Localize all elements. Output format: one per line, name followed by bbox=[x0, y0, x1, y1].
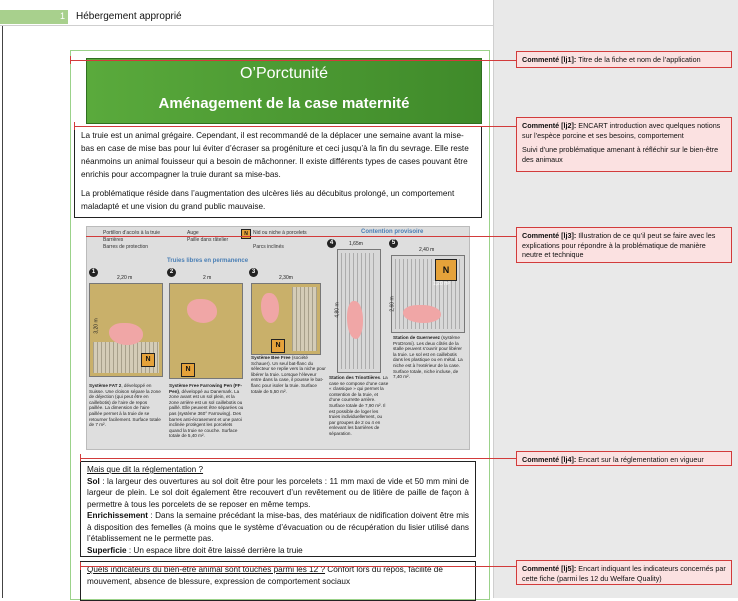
title-banner[interactable]: O’Porctunité Aménagement de la case mate… bbox=[86, 58, 482, 124]
caption-pen-4: Station des Trinottières. La case se com… bbox=[329, 375, 389, 437]
comment-anchor-line bbox=[80, 458, 516, 459]
section-temporary-label: Contention provisoire bbox=[361, 229, 424, 235]
intro-paragraph-1: La truie est un animal grégaire. Cependa… bbox=[81, 131, 469, 179]
header-text: Hébergement approprié bbox=[76, 11, 182, 22]
document-page: 1 Hébergement approprié O’Porctunité Amé… bbox=[0, 0, 493, 601]
comment-label: Commenté [lj2]: bbox=[522, 121, 577, 130]
legend-item-parcs: Parcs inclinés bbox=[253, 244, 284, 250]
farrowing-pens-figure[interactable]: Portillon d’accès à la truie Auge N Nid … bbox=[86, 226, 470, 450]
legend-item-barrieres: Barrières bbox=[103, 237, 124, 243]
superficie-label: Superficie bbox=[87, 545, 127, 555]
sow-icon bbox=[403, 305, 441, 323]
comments-margin bbox=[493, 0, 738, 598]
comment-anchor-line bbox=[74, 126, 516, 127]
caption-pen-3: Système Bee Free (société Schauer). Un s… bbox=[251, 355, 327, 394]
dimension-label: 4,80 m bbox=[334, 302, 341, 318]
regulation-enrichissement: Enrichissement : Dans la semaine précéda… bbox=[87, 510, 469, 545]
caption-text: . La case se compose d’une case « classi… bbox=[329, 375, 389, 436]
nest-icon: N bbox=[435, 259, 457, 281]
comment-lj2[interactable]: Commenté [lj2]: ENCART introduction avec… bbox=[516, 117, 732, 172]
header-page-marker bbox=[0, 10, 68, 24]
sow-icon bbox=[187, 299, 217, 323]
caption-title: Système Bee Free bbox=[251, 355, 291, 360]
intro-paragraph-2: La problématique réside dans l’augmentat… bbox=[81, 189, 455, 211]
comment-anchor-marker bbox=[80, 562, 81, 570]
pen-number-4: 4 bbox=[327, 239, 336, 248]
sol-text: : la largeur des ouvertures au sol doit … bbox=[87, 476, 469, 509]
sow-icon bbox=[109, 323, 143, 345]
comment-anchor-line bbox=[86, 236, 516, 237]
sow-icon bbox=[261, 293, 279, 323]
pen-number-2: 2 bbox=[167, 268, 176, 277]
header-page-number: 1 bbox=[60, 11, 66, 21]
caption-text: (société Schauer). Un seul bat-flanc du … bbox=[251, 355, 326, 394]
caption-title: Système FAT 2 bbox=[89, 383, 122, 388]
nest-icon: N bbox=[271, 339, 285, 353]
nest-icon: N bbox=[241, 229, 251, 239]
superficie-text: : Un espace libre doit être laissé derri… bbox=[126, 545, 303, 555]
caption-pen-5: Station de Guernevez (système ProDromi).… bbox=[393, 335, 465, 380]
regulation-heading: Mais que dit la réglementation ? bbox=[87, 465, 204, 474]
regulation-superficie: Superficie : Un espace libre doit être l… bbox=[87, 545, 469, 557]
comment-anchor-marker bbox=[80, 454, 81, 462]
caption-title: Station de Guernevez bbox=[393, 335, 440, 340]
comment-lj4[interactable]: Commenté [lj4]: Encart sur la réglementa… bbox=[516, 451, 732, 466]
comment-text: Encart sur la réglementation en vigueur bbox=[576, 455, 704, 464]
sheet-title: Aménagement de la case maternité bbox=[158, 95, 410, 112]
caption-text: , développé au Danemark. La zone avant e… bbox=[169, 388, 244, 439]
section-permanent-label: Truies libres en permanence bbox=[167, 258, 249, 264]
dimension-label: 2 m bbox=[203, 275, 212, 281]
sow-icon bbox=[347, 301, 363, 339]
nest-area-label: 1,20 m² bbox=[433, 281, 450, 287]
intro-box[interactable]: La truie est un animal grégaire. Cependa… bbox=[74, 126, 482, 218]
comment-anchor-line bbox=[70, 60, 516, 61]
caption-text: , développé en Suisse. Une cloison sépar… bbox=[89, 383, 161, 428]
regulation-sol: Sol : la largeur des ouvertures au sol d… bbox=[87, 476, 469, 511]
pen-3-illustration bbox=[251, 283, 321, 355]
comment-label: Commenté [lj5]: bbox=[522, 564, 577, 573]
nest-icon: N bbox=[141, 353, 155, 367]
indicators-box[interactable]: Quels indicateurs du bien-être animal so… bbox=[80, 561, 476, 601]
dimension-label: 2,20 m bbox=[117, 275, 133, 281]
comment-lj3[interactable]: Commenté [lj3]: Illustration de ce qu’il… bbox=[516, 227, 732, 263]
comment-label: Commenté [lj3]: bbox=[522, 231, 577, 240]
sol-label: Sol bbox=[87, 476, 100, 486]
comment-anchor-marker bbox=[70, 56, 71, 64]
comment-lj1[interactable]: Commenté [lj1]: Titre de la fiche et nom… bbox=[516, 51, 732, 68]
caption-text: (système ProDromi). Les deux côtés de la… bbox=[393, 335, 463, 380]
dimension-label: 2,60 m bbox=[389, 296, 396, 312]
pen-number-3: 3 bbox=[249, 268, 258, 277]
legend-item-barres: Barres de protection bbox=[103, 244, 149, 250]
comment-text-2: Suivi d’une problématique amenant à réfl… bbox=[522, 145, 719, 164]
nest-icon: N bbox=[181, 363, 195, 377]
caption-title: Station des Trinottières bbox=[329, 375, 381, 380]
comment-label: Commenté [lj4]: bbox=[522, 455, 577, 464]
comment-lj5[interactable]: Commenté [lj5]: Encart indiquant les ind… bbox=[516, 560, 732, 585]
caption-pen-2: Système Free Farrowing Pen (FF-Pen), dév… bbox=[169, 383, 245, 439]
header-divider bbox=[0, 25, 493, 26]
pen-number-1: 1 bbox=[89, 268, 98, 277]
regulation-box[interactable]: Mais que dit la réglementation ? Sol : l… bbox=[80, 461, 476, 557]
left-margin-line bbox=[2, 26, 3, 598]
dimension-label: 2,30m bbox=[279, 275, 293, 281]
dimension-label: 3,20 m bbox=[93, 318, 100, 334]
legend-item-paille: Paille dans râtelier bbox=[187, 237, 229, 243]
comment-text: Titre de la fiche et nom de l’applicatio… bbox=[576, 55, 701, 64]
app-name: O’Porctunité bbox=[239, 65, 329, 82]
caption-pen-1: Système FAT 2, développé en Suisse. Une … bbox=[89, 383, 163, 428]
pen-number-5: 5 bbox=[389, 239, 398, 248]
comment-label: Commenté [lj1]: bbox=[522, 55, 577, 64]
comment-anchor-marker bbox=[74, 122, 75, 130]
comment-anchor-line bbox=[80, 566, 516, 567]
dimension-label: 1,65m bbox=[349, 241, 363, 247]
enrichissement-label: Enrichissement bbox=[87, 511, 148, 520]
dimension-label: 2,40 m bbox=[419, 247, 435, 253]
